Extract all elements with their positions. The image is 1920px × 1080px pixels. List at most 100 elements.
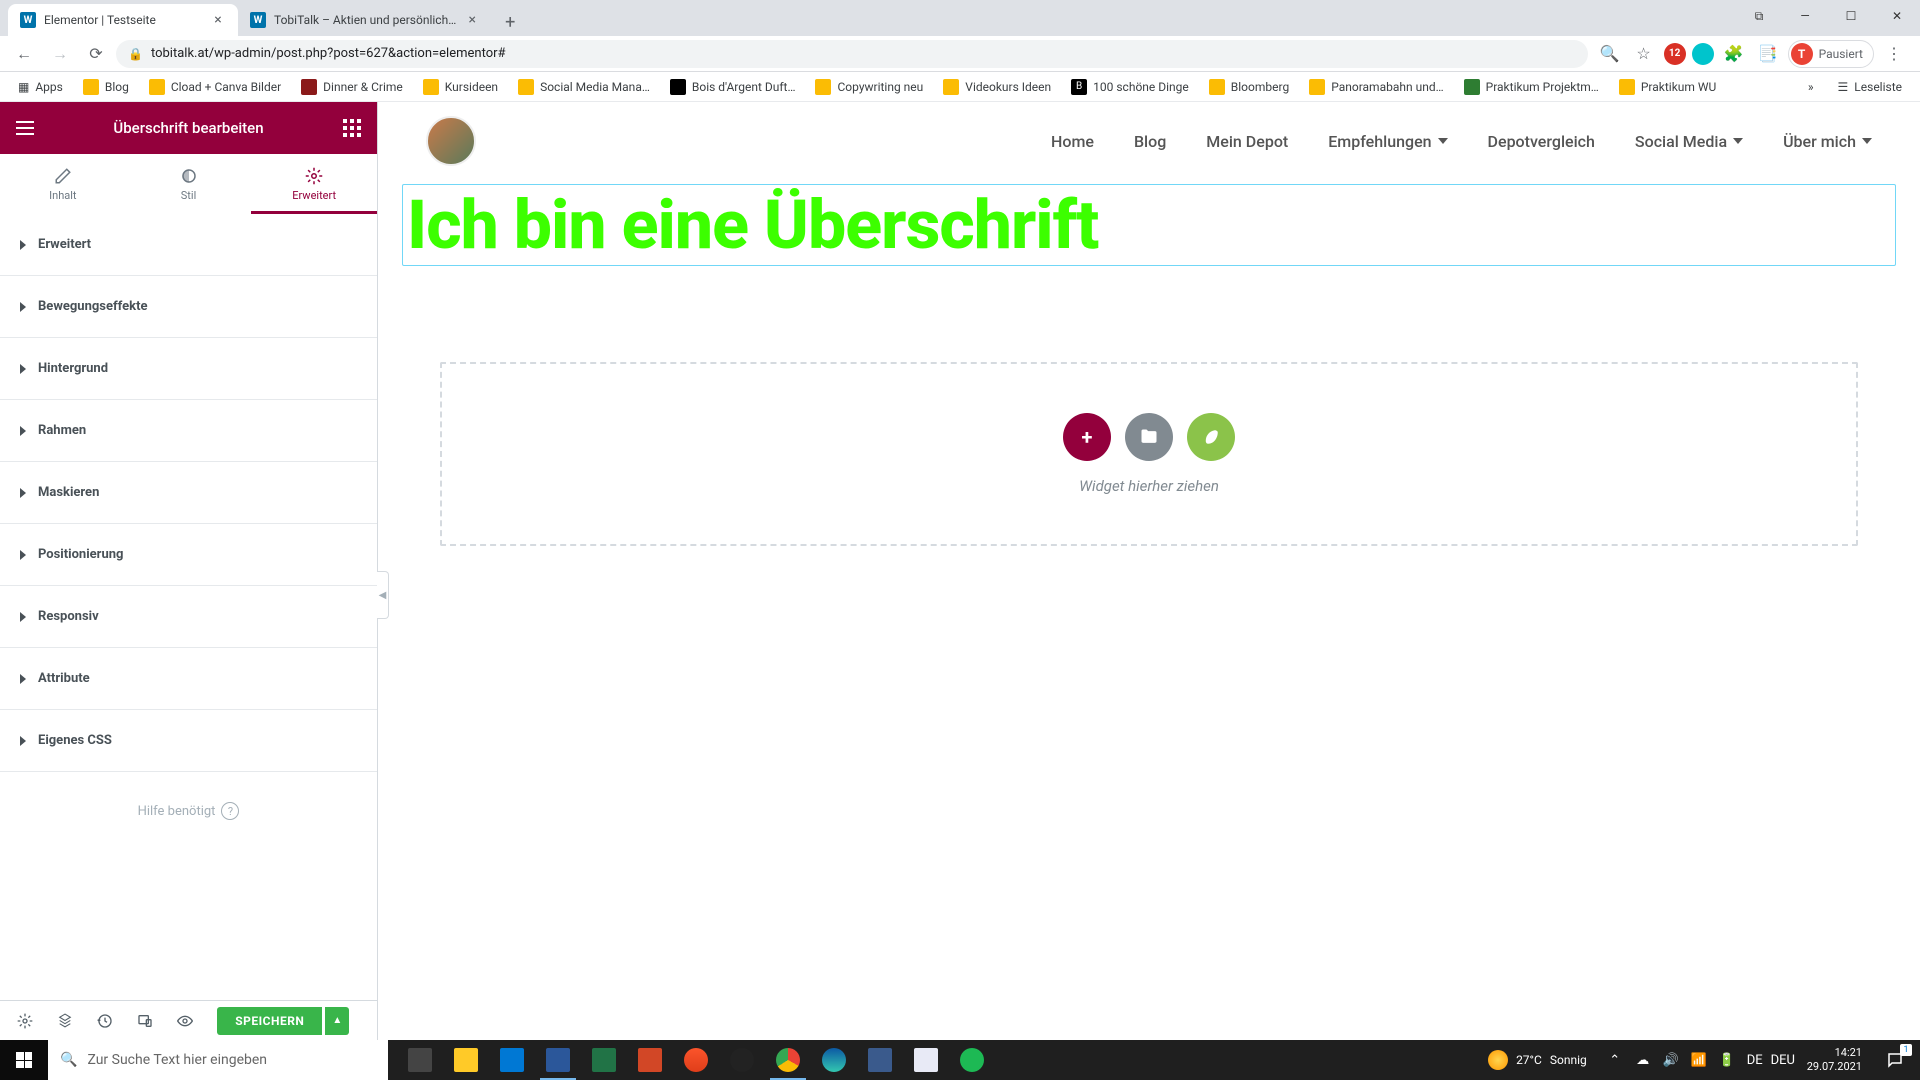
collapse-sidebar-button[interactable]: ◀	[377, 571, 389, 619]
bookmark-item[interactable]: Kursideen	[415, 75, 506, 99]
start-button[interactable]	[0, 1040, 48, 1080]
heading-widget[interactable]: Ich bin eine Überschrift	[402, 184, 1896, 266]
extension-icon[interactable]	[1692, 43, 1714, 65]
reading-list-icon[interactable]: 📑	[1754, 40, 1782, 68]
app-workspace: Überschrift bearbeiten Inhalt Stil Erwei…	[0, 102, 1920, 1040]
bookmark-item[interactable]: Praktikum Projektm…	[1456, 75, 1607, 99]
zoom-icon[interactable]: 🔍	[1596, 40, 1624, 68]
nav-link-depot[interactable]: Mein Depot	[1206, 132, 1288, 151]
maximize-icon[interactable]: ☐	[1828, 0, 1874, 32]
app-brave[interactable]	[674, 1040, 718, 1080]
app-explorer[interactable]	[444, 1040, 488, 1080]
tab-close-icon[interactable]: ×	[464, 12, 480, 28]
nav-link-home[interactable]: Home	[1051, 132, 1094, 151]
close-window-icon[interactable]: ✕	[1874, 0, 1920, 32]
taskbar-search[interactable]: 🔍 Zur Suche Text hier eingeben	[48, 1040, 388, 1080]
reload-button[interactable]: ⟳	[80, 38, 112, 70]
app-powerpoint[interactable]	[628, 1040, 672, 1080]
volume-icon[interactable]: 🔊	[1659, 1040, 1683, 1080]
panel-erweitert[interactable]: Erweitert	[0, 214, 377, 276]
preview-canvas[interactable]: Home Blog Mein Depot Empfehlungen Depotv…	[378, 102, 1920, 1040]
bookmark-item[interactable]: Blog	[75, 75, 137, 99]
nav-link-empfehlungen[interactable]: Empfehlungen	[1328, 132, 1447, 151]
bookmark-item[interactable]: Praktikum WU	[1611, 75, 1724, 99]
bookmark-item[interactable]: Panoramabahn und…	[1301, 75, 1451, 99]
panel-responsiv[interactable]: Responsiv	[0, 586, 377, 648]
sidebar-tabs: Inhalt Stil Erweitert	[0, 154, 377, 214]
browser-tab[interactable]: W TobiTalk – Aktien und persönlich… ×	[238, 4, 492, 36]
app-edge[interactable]	[812, 1040, 856, 1080]
onedrive-icon[interactable]: ☁	[1631, 1040, 1655, 1080]
panel-maskieren[interactable]: Maskieren	[0, 462, 377, 524]
restore-down-icon[interactable]: ⧉	[1736, 0, 1782, 32]
menu-button[interactable]	[10, 113, 40, 143]
preview-button[interactable]	[166, 1001, 204, 1041]
bookmark-item[interactable]: Copywriting neu	[807, 75, 931, 99]
panel-positionierung[interactable]: Positionierung	[0, 524, 377, 586]
panel-bewegungseffekte[interactable]: Bewegungseffekte	[0, 276, 377, 338]
back-button[interactable]: ←	[8, 38, 40, 70]
tab-content[interactable]: Inhalt	[0, 154, 126, 214]
apps-button[interactable]: ▦ Apps	[10, 76, 71, 98]
bookmark-item[interactable]: B100 schöne Dinge	[1063, 75, 1197, 99]
bookmarks-overflow[interactable]: »	[1800, 76, 1822, 98]
nav-link-blog[interactable]: Blog	[1134, 132, 1166, 151]
nav-link-depotvergleich[interactable]: Depotvergleich	[1488, 132, 1595, 151]
save-options-button[interactable]: ▲	[325, 1007, 349, 1035]
new-tab-button[interactable]: +	[496, 8, 524, 36]
tray-chevron-icon[interactable]: ⌃	[1603, 1040, 1627, 1080]
tab-close-icon[interactable]: ×	[210, 12, 226, 28]
wifi-icon[interactable]: 📶	[1687, 1040, 1711, 1080]
bookmark-item[interactable]: Bois d'Argent Duft…	[662, 75, 804, 99]
weather-widget[interactable]: 27°C Sonnig	[1476, 1050, 1599, 1070]
browser-tab-active[interactable]: W Elementor | Testseite ×	[8, 4, 238, 36]
menu-icon[interactable]: ⋮	[1880, 40, 1908, 68]
action-center-button[interactable]: 1	[1874, 1040, 1916, 1080]
app-notepad[interactable]	[904, 1040, 948, 1080]
add-section-button[interactable]: +	[1063, 413, 1111, 461]
navigator-button[interactable]	[46, 1001, 84, 1041]
app-notes[interactable]	[858, 1040, 902, 1080]
nav-link-social[interactable]: Social Media	[1635, 132, 1743, 151]
app-excel[interactable]	[582, 1040, 626, 1080]
app-mail[interactable]	[490, 1040, 534, 1080]
panel-rahmen[interactable]: Rahmen	[0, 400, 377, 462]
tab-advanced[interactable]: Erweitert	[251, 154, 377, 214]
bookmark-item[interactable]: Bloomberg	[1201, 75, 1297, 99]
battery-icon[interactable]: 🔋	[1715, 1040, 1739, 1080]
history-button[interactable]	[86, 1001, 124, 1041]
widgets-grid-button[interactable]	[337, 113, 367, 143]
nav-link-ueber[interactable]: Über mich	[1783, 132, 1872, 151]
app-obs[interactable]	[720, 1040, 764, 1080]
bookmark-item[interactable]: Dinner & Crime	[293, 75, 411, 99]
reading-list-button[interactable]: ☰ Leseliste	[1830, 76, 1910, 98]
bookmark-item[interactable]: Social Media Mana…	[510, 75, 658, 99]
clock[interactable]: 14:21 29.07.2021	[1799, 1046, 1870, 1075]
profile-chip[interactable]: T Pausiert	[1788, 40, 1874, 68]
envato-button[interactable]	[1187, 413, 1235, 461]
panel-eigenes-css[interactable]: Eigenes CSS	[0, 710, 377, 772]
language-indicator[interactable]: DE	[1743, 1040, 1767, 1080]
tab-style[interactable]: Stil	[126, 154, 252, 214]
bookmark-item[interactable]: Videokurs Ideen	[935, 75, 1059, 99]
panel-attribute[interactable]: Attribute	[0, 648, 377, 710]
bookmark-item[interactable]: Cload + Canva Bilder	[141, 75, 289, 99]
add-template-button[interactable]	[1125, 413, 1173, 461]
keyboard-layout[interactable]: DEU	[1771, 1040, 1795, 1080]
task-view-button[interactable]	[398, 1040, 442, 1080]
help-link[interactable]: Hilfe benötigt ?	[0, 772, 377, 850]
panel-hintergrund[interactable]: Hintergrund	[0, 338, 377, 400]
minimize-icon[interactable]: —	[1782, 0, 1828, 32]
puzzle-icon[interactable]: 🧩	[1720, 40, 1748, 68]
app-word[interactable]	[536, 1040, 580, 1080]
app-chrome[interactable]	[766, 1040, 810, 1080]
app-spotify[interactable]	[950, 1040, 994, 1080]
save-button[interactable]: SPEICHERN	[217, 1007, 322, 1035]
extension-icon[interactable]: 12	[1664, 43, 1686, 65]
settings-button[interactable]	[6, 1001, 44, 1041]
site-logo[interactable]	[426, 116, 476, 166]
responsive-button[interactable]	[126, 1001, 164, 1041]
star-icon[interactable]: ☆	[1630, 40, 1658, 68]
address-bar[interactable]: 🔒 tobitalk.at/wp-admin/post.php?post=627…	[116, 40, 1588, 68]
drop-zone[interactable]: + Widget hierher ziehen	[440, 362, 1858, 546]
